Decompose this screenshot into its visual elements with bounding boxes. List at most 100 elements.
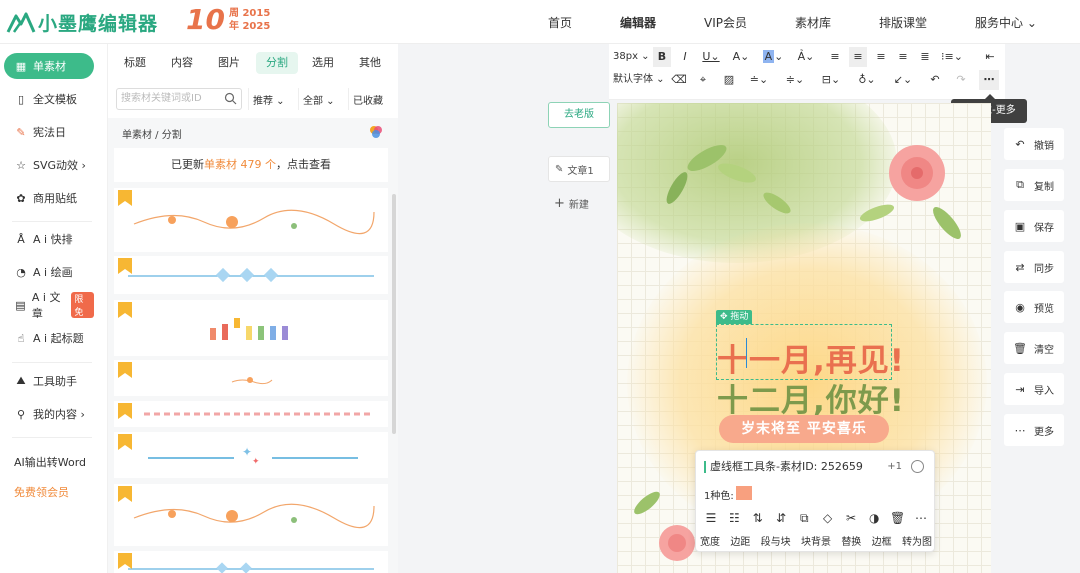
favorites-filter[interactable]: 已收藏	[348, 88, 387, 110]
sidebar-item-tools[interactable]: ⛰ 工具助手	[4, 368, 94, 394]
more-button[interactable]: ⋯ 更多	[1004, 414, 1064, 446]
align-right-icon[interactable]: ≡	[873, 47, 889, 67]
sidebar-item-ai-paint[interactable]: ◔ A i 绘画	[4, 259, 94, 285]
border-icon[interactable]: ◇	[819, 511, 837, 526]
sidebar-item-my-content[interactable]: ⚲ 我的内容 ›	[4, 401, 94, 427]
align-left-icon[interactable]: ≡	[827, 47, 843, 67]
redo-icon[interactable]: ↷	[953, 70, 969, 90]
to-image-label[interactable]: 转为图	[902, 533, 932, 548]
old-version-button[interactable]: 去老版	[548, 102, 610, 128]
drag-handle[interactable]: ✥ 拖动	[716, 310, 753, 324]
paragraph-spacing-icon[interactable]: ≑⌄	[783, 70, 807, 90]
eraser-icon[interactable]: ⌫	[671, 70, 687, 90]
category-select[interactable]: 全部 ⌄	[298, 88, 339, 110]
sort-select[interactable]: 推荐 ⌄	[248, 88, 289, 110]
selection-box[interactable]	[716, 324, 892, 380]
indent-icon[interactable]: ≣	[917, 47, 933, 67]
italic-icon[interactable]: I	[677, 47, 693, 67]
poster-title-line2[interactable]: 十二月,你好!	[717, 375, 905, 420]
doc-item-article1[interactable]: ✎ 文章1	[548, 156, 610, 182]
save-button[interactable]: ▣ 保存	[1004, 210, 1064, 242]
play-icon[interactable]	[911, 460, 924, 473]
letter-spacing-icon[interactable]: ≐⌄	[747, 70, 771, 90]
ai-to-word-link[interactable]: AI输出转Word	[14, 454, 86, 470]
nav-home[interactable]: 首页	[548, 14, 572, 31]
more-icon[interactable]: ⋯	[979, 70, 999, 90]
image-icon[interactable]: ▨	[721, 70, 737, 90]
replace-icon[interactable]: ⧉	[795, 511, 813, 526]
tab-divider[interactable]: 分割	[256, 52, 298, 74]
material-card[interactable]	[114, 188, 388, 252]
tab-chosen[interactable]: 选用	[302, 52, 344, 74]
block-bg-label[interactable]: 块背景	[801, 533, 831, 548]
more-icon[interactable]: ⋯	[912, 511, 930, 526]
like-count[interactable]: +1	[887, 461, 902, 472]
tab-image[interactable]: 图片	[208, 52, 250, 74]
scissors-icon[interactable]: ✂	[842, 511, 860, 526]
line-height-icon[interactable]: ⁝≡⌄	[939, 47, 965, 67]
contrast-icon[interactable]: ◑	[865, 511, 883, 526]
sidebar-item-svg[interactable]: ☆ SVG动效 ›	[4, 152, 94, 178]
tab-other[interactable]: 其他	[349, 52, 391, 74]
justify-icon[interactable]: ≡	[895, 47, 911, 67]
material-card[interactable]	[114, 256, 388, 294]
width-label[interactable]: 宽度	[700, 533, 720, 548]
font-family-select[interactable]: 默认字体 ⌄	[613, 70, 665, 90]
preview-button[interactable]: ◉ 预览	[1004, 291, 1064, 323]
border-label[interactable]: 边框	[872, 533, 892, 548]
replace-label[interactable]: 替换	[841, 533, 861, 548]
material-card[interactable]	[114, 401, 388, 427]
paragraph-block-label[interactable]: 段与块	[761, 533, 791, 548]
nav-vip[interactable]: VIP会员	[704, 14, 747, 31]
material-card[interactable]	[114, 300, 388, 356]
sidebar-item-ai-article[interactable]: ▤ A i 文章 限免	[4, 291, 94, 320]
padding-icon[interactable]: ☷	[725, 511, 743, 526]
highlight-icon[interactable]: A ⌄	[759, 47, 787, 67]
material-card[interactable]	[114, 360, 388, 396]
undo-icon[interactable]: ↶	[927, 70, 943, 90]
color-swatch[interactable]	[736, 486, 752, 500]
new-doc-button[interactable]: + 新建	[548, 190, 610, 216]
undo-button[interactable]: ↶ 撤销	[1004, 128, 1064, 160]
margin-icon[interactable]: ⊟⌄	[819, 70, 843, 90]
font-size-select[interactable]: 38px ⌄	[613, 47, 650, 67]
material-card[interactable]: ✦ ✦	[114, 432, 388, 478]
sidebar-item-constitution-day[interactable]: ✎ 宪法日	[4, 119, 94, 145]
panel-scrollbar[interactable]	[392, 194, 396, 434]
bulb-icon[interactable]: ♁⌄	[855, 70, 879, 90]
delete-icon[interactable]: 🗑	[889, 511, 907, 526]
sidebar-item-templates[interactable]: ▯ 全文模板	[4, 86, 94, 112]
align-center-icon[interactable]: ≡	[849, 47, 867, 67]
poster-subtitle-pill[interactable]: 岁末将至 平安喜乐	[719, 415, 889, 443]
sidebar-item-single-material[interactable]: ▦ 单素材	[4, 53, 94, 79]
logo[interactable]: 小墨鹰编辑器	[6, 8, 158, 36]
color-palette-icon[interactable]	[368, 124, 384, 140]
nav-classroom[interactable]: 排版课堂	[879, 14, 927, 31]
free-vip-link[interactable]: 免费领会员	[14, 484, 69, 500]
width-icon[interactable]: ☰	[702, 511, 720, 526]
sidebar-item-ai-layout[interactable]: ÅA i 快排	[4, 226, 94, 252]
text-effect-icon[interactable]: Ả⌄	[793, 47, 819, 67]
tab-title[interactable]: 标题	[114, 52, 156, 74]
brush-icon[interactable]: ⌖	[695, 70, 711, 90]
exit-icon[interactable]: ⇤	[981, 47, 999, 67]
nav-editor[interactable]: 编辑器	[620, 14, 656, 31]
arrow-icon[interactable]: ↙⌄	[891, 70, 915, 90]
material-card[interactable]	[114, 551, 388, 573]
underline-icon[interactable]: U⌄	[699, 47, 723, 67]
block-bg-icon[interactable]: ⇵	[772, 511, 790, 526]
material-card[interactable]	[114, 484, 388, 546]
font-color-icon[interactable]: A⌄	[729, 47, 753, 67]
sidebar-item-stickers[interactable]: ✿ 商用贴纸	[4, 185, 94, 211]
padding-label[interactable]: 边距	[730, 533, 750, 548]
import-button[interactable]: ⇥ 导入	[1004, 373, 1064, 405]
nav-materials[interactable]: 素材库	[795, 14, 831, 31]
clear-button[interactable]: 🗑 清空	[1004, 332, 1064, 364]
material-search-input[interactable]: 搜索材关键词或ID	[116, 88, 242, 110]
copy-button[interactable]: ⧉ 复制	[1004, 169, 1064, 201]
sidebar-item-ai-title[interactable]: ☝ A i 起标题	[4, 325, 94, 351]
sync-button[interactable]: ⇄ 同步	[1004, 251, 1064, 283]
tab-content[interactable]: 内容	[161, 52, 203, 74]
bold-icon[interactable]: B	[653, 47, 671, 67]
update-notice[interactable]: 已更新单素材 479 个，点击查看	[114, 148, 388, 182]
